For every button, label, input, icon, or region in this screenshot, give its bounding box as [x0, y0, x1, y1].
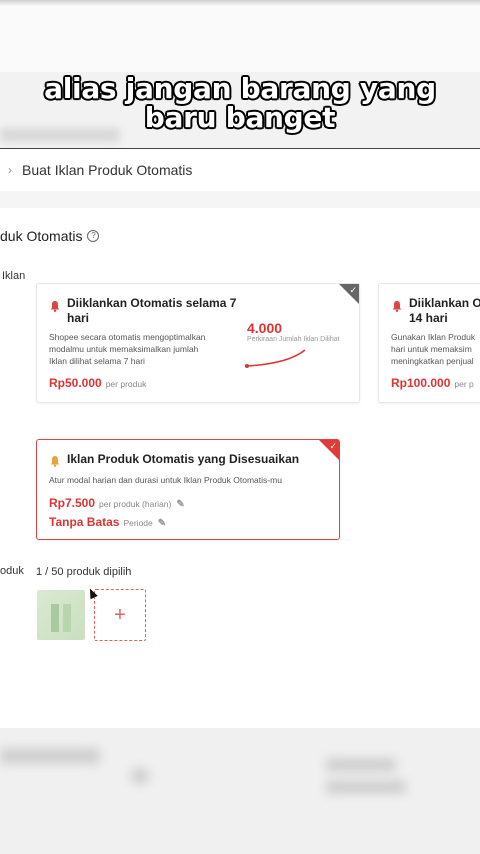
card-desc-line-2: modalmu untuk memaksimalkan jumlah	[49, 344, 199, 354]
section-title: duk Otomatis ?	[0, 228, 100, 244]
option-card-7-day[interactable]: Diiklankan Otomatis selama 7 hari Shopee…	[36, 283, 360, 403]
period-value: Tanpa Batas	[49, 515, 120, 529]
blurred-footer	[0, 728, 480, 854]
trend-curve	[245, 349, 306, 368]
section-title-text: duk Otomatis	[0, 228, 83, 244]
option-card-14-day[interactable]: Diiklankan Ot 14 hari Gunakan Iklan Prod…	[378, 283, 480, 403]
price-value: Rp50.000	[49, 376, 102, 390]
card-title: Diiklankan Otomatis selama 7 hari	[67, 296, 236, 326]
price-value: Rp100.000	[391, 376, 451, 390]
produk-label: oduk	[0, 565, 24, 577]
pencil-icon[interactable]: ✎	[158, 518, 166, 529]
card-title: Iklan Produk Otomatis yang Disesuaikan	[67, 452, 300, 466]
card-desc-line-1: Gunakan Iklan Produk	[391, 332, 476, 342]
card-desc-line-1: Shopee secara otomatis mengoptimalkan	[49, 332, 206, 342]
daily-budget[interactable]: Rp7.500 per produk (harian) ✎	[49, 496, 185, 510]
card-title-line-2: 14 hari	[409, 311, 448, 325]
period-unit: Periode	[123, 518, 153, 528]
add-product-button[interactable]: +	[94, 589, 146, 641]
card-title: Diiklankan Ot 14 hari	[409, 296, 480, 326]
budget-unit: per produk (harian)	[99, 499, 172, 509]
plus-icon: +	[114, 604, 126, 626]
top-bar	[0, 0, 480, 72]
chevron-right-icon[interactable]: ›	[8, 163, 12, 177]
period[interactable]: Tanpa Batas Periode ✎	[49, 515, 166, 529]
caption-line-1: alias jangan barang yang	[44, 72, 436, 105]
breadcrumb: › Buat Iklan Produk Otomatis	[0, 148, 480, 191]
option-card-custom[interactable]: Iklan Produk Otomatis yang Disesuaikan A…	[36, 439, 340, 540]
selected-corner: ✓	[319, 440, 339, 460]
iklan-label: Iklan	[2, 270, 26, 282]
card-description: Shopee secara otomatis mengoptimalkan mo…	[49, 331, 205, 367]
metric-value: 4.000	[247, 320, 283, 336]
product-count: 1 / 50 produk dipilih	[36, 566, 132, 578]
caption-line-2: baru banget	[144, 101, 336, 134]
card-price: Rp50.000 per produk	[49, 376, 146, 390]
metric-label: Perkiraan Jumlah Iklan Dilihat	[247, 336, 340, 343]
video-caption: alias jangan barang yang baru banget	[0, 74, 480, 132]
selected-corner: ✓	[339, 284, 359, 304]
price-unit: per p	[454, 379, 474, 389]
card-title-line-1: Diiklankan Ot	[409, 296, 480, 310]
card-price: Rp100.000 per p	[391, 376, 474, 390]
price-unit: per produk	[105, 379, 147, 389]
card-desc-line-2: hari untuk memaksim	[391, 344, 472, 354]
card-desc-line-3: Iklan dilihat selama 7 hari	[49, 356, 145, 366]
check-icon: ✓	[349, 285, 357, 295]
bell-icon	[50, 456, 60, 467]
breadcrumb-label: Buat Iklan Produk Otomatis	[22, 162, 193, 178]
bell-icon	[50, 301, 60, 312]
pencil-icon[interactable]: ✎	[176, 499, 184, 510]
help-icon[interactable]: ?	[87, 230, 100, 242]
card-description: Gunakan Iklan Produk hari untuk memaksim…	[391, 331, 475, 367]
card-title-line-2: hari	[67, 311, 90, 325]
budget-value: Rp7.500	[49, 496, 96, 510]
bell-icon	[392, 301, 402, 312]
product-thumbnail[interactable]	[37, 590, 85, 640]
check-icon: ✓	[329, 441, 337, 451]
card-desc-line-3: meningkatkan penjual	[391, 356, 474, 366]
card-description: Atur modal harian dan durasi untuk Iklan…	[49, 475, 282, 485]
card-title-line-1: Diiklankan Otomatis selama 7	[67, 296, 237, 310]
